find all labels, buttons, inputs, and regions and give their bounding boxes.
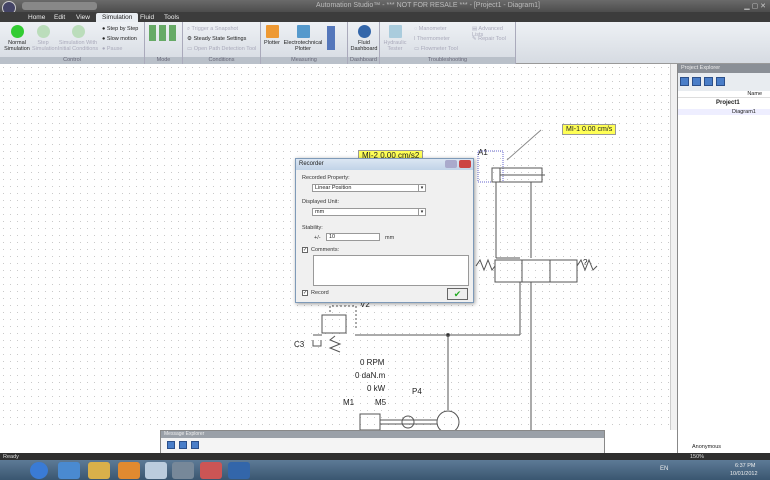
toolbar-icon[interactable] (191, 441, 199, 449)
label-c3: C3 (294, 340, 305, 349)
panel-toolbar (678, 73, 770, 91)
language-indicator[interactable]: EN (660, 466, 668, 472)
tree-item-project[interactable]: Project1 (678, 100, 770, 106)
ie-icon[interactable] (58, 462, 80, 479)
value: 10 (329, 234, 336, 240)
label-m5: M5 (375, 398, 387, 407)
app-icon[interactable] (145, 462, 167, 479)
chevron-down-icon: ▾ (418, 185, 425, 191)
automation-studio-icon[interactable] (172, 462, 194, 479)
recorder-dialog: Recorder Recorded Property: Linear Posit… (295, 158, 474, 303)
motor-m1[interactable] (359, 413, 381, 430)
stability-unit: mm (385, 235, 395, 241)
check-icon: ✔ (453, 289, 462, 299)
user-label: Anonymous (692, 444, 722, 450)
start-button[interactable] (30, 462, 48, 479)
pump-p4[interactable] (436, 410, 460, 430)
relief-valve[interactable] (321, 314, 347, 334)
unit-select[interactable]: mm ▾ (312, 208, 426, 216)
toolbar-icon[interactable] (716, 77, 725, 86)
tree-item-diagram[interactable]: Diagram1 (678, 109, 770, 115)
vertical-scrollbar[interactable] (670, 64, 677, 430)
toolbar-icon[interactable] (167, 441, 175, 449)
taskbar: EN 6:37 PM 10/01/2012 (0, 460, 770, 480)
unit-label: Displayed Unit: (302, 199, 339, 205)
rpm-readout: 0 RPM (360, 358, 385, 367)
close-icon[interactable] (459, 160, 471, 168)
clock-date[interactable]: 10/01/2012 (730, 471, 758, 477)
app-icon[interactable] (228, 462, 250, 479)
toolbar-icon[interactable] (680, 77, 689, 86)
label-question: ? (583, 258, 588, 267)
column-header: Name (678, 91, 770, 98)
record-label: Record (311, 290, 329, 296)
stability-label: Stability: (302, 225, 323, 231)
panel-title: Project Explorer (678, 64, 770, 73)
record-checkbox[interactable]: ✓ (302, 290, 308, 296)
toolbar-icon[interactable] (704, 77, 713, 86)
mi1-measure-label[interactable]: MI-1 0.00 cm/s (562, 124, 617, 135)
label-a1: A1 (478, 148, 488, 157)
torque-readout: 0 daN.m (355, 371, 386, 380)
comments-checkbox[interactable]: ✓ (302, 247, 308, 253)
toolbar-icon[interactable] (692, 77, 701, 86)
panel-title: Message Explorer (161, 431, 604, 438)
label-m1: M1 (343, 398, 355, 407)
folder-icon[interactable] (88, 462, 110, 479)
plus-minus-label: +/- (314, 235, 321, 241)
chevron-down-icon: ▾ (418, 209, 425, 215)
help-icon[interactable] (445, 160, 457, 168)
spring-left (475, 258, 496, 272)
comments-textarea[interactable] (313, 255, 469, 286)
comments-label: Comments: (311, 247, 340, 253)
electric-motor-m5[interactable] (401, 415, 415, 429)
directional-valve[interactable] (494, 259, 578, 283)
power-readout: 0 kW (367, 384, 386, 393)
value: mm (315, 209, 325, 215)
ok-button[interactable]: ✔ (447, 288, 468, 300)
recorded-property-label: Recorded Property: (302, 175, 350, 181)
mi1-leader (506, 129, 542, 161)
stability-input[interactable]: 10 (326, 233, 380, 241)
label-p4: P4 (412, 387, 422, 396)
clock-time[interactable]: 6:37 PM (735, 463, 755, 469)
powerpoint-icon[interactable] (200, 462, 222, 479)
value: Linear Position (315, 185, 352, 191)
toolbar-icon[interactable] (179, 441, 187, 449)
project-explorer-panel: Project Explorer Name Project1 Diagram1 … (677, 64, 770, 453)
outlook-icon[interactable] (118, 462, 140, 479)
recorded-property-select[interactable]: Linear Position ▾ (312, 184, 426, 192)
window-controls[interactable]: ▁ ▢ ✕ (744, 2, 766, 10)
